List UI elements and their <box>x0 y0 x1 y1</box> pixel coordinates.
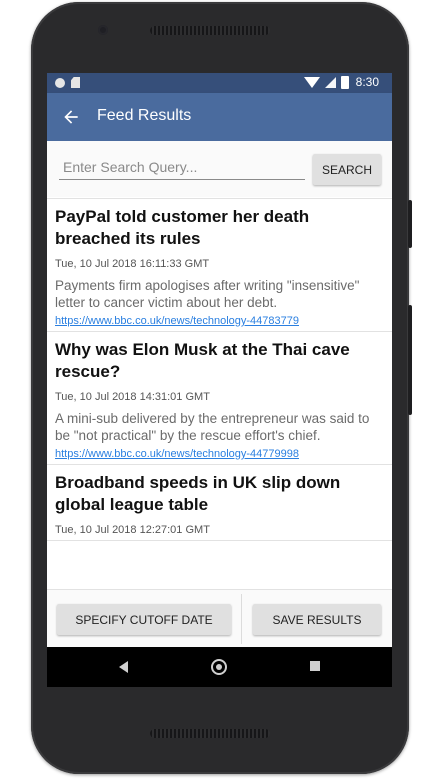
search-input[interactable] <box>59 155 305 180</box>
feed-item-title: Broadband speeds in UK slip down global … <box>55 473 341 514</box>
system-nav-bar <box>47 647 392 687</box>
feed-item-date: Tue, 10 Jul 2018 12:27:01 GMT <box>55 524 210 536</box>
volume-button[interactable] <box>408 305 412 415</box>
signal-icon <box>324 76 336 88</box>
notification-circle-icon <box>55 77 65 88</box>
status-time: 8:30 <box>355 75 379 89</box>
earpiece-speaker <box>150 26 270 35</box>
front-camera <box>98 25 108 35</box>
save-results-button[interactable]: SAVE RESULTS <box>253 604 381 635</box>
bottom-speaker <box>150 729 270 738</box>
feed-item-date: Tue, 10 Jul 2018 14:31:01 GMT <box>55 391 210 403</box>
battery-icon <box>340 75 349 89</box>
search-row: SEARCH <box>47 141 392 197</box>
feed-item-date: Tue, 10 Jul 2018 16:11:33 GMT <box>55 258 210 270</box>
app-bar: Feed Results <box>47 93 392 141</box>
feed-item-title: PayPal told customer her death breached … <box>55 207 310 248</box>
action-divider <box>241 594 242 644</box>
arrow-left-icon[interactable] <box>61 107 81 127</box>
wifi-icon <box>303 76 320 88</box>
sd-card-icon <box>71 77 80 88</box>
nav-home-icon[interactable] <box>211 659 227 675</box>
feed-item-title: Why was Elon Musk at the Thai cave rescu… <box>55 340 350 381</box>
specify-cutoff-date-button[interactable]: SPECIFY CUTOFF DATE <box>57 604 231 635</box>
feed-item[interactable]: PayPal told customer her death breached … <box>47 199 392 332</box>
feed-item-description: A mini-sub delivered by the entrepreneur… <box>55 411 370 443</box>
feed-item-link[interactable]: https://www.bbc.co.uk/news/technology-44… <box>55 315 382 327</box>
action-bar: SPECIFY CUTOFF DATE SAVE RESULTS <box>47 589 392 648</box>
feed-item[interactable]: Broadband speeds in UK slip down global … <box>47 465 392 541</box>
power-button[interactable] <box>408 200 412 248</box>
feed-item-link[interactable]: https://www.bbc.co.uk/news/technology-44… <box>55 448 382 460</box>
search-button[interactable]: SEARCH <box>313 154 381 185</box>
feed-list[interactable]: PayPal told customer her death breached … <box>47 198 392 590</box>
feed-item-description: Payments firm apologises after writing "… <box>55 278 360 310</box>
screen: 8:30 Feed Results SEARCH PayPal told cus… <box>47 73 392 687</box>
feed-item[interactable]: Why was Elon Musk at the Thai cave rescu… <box>47 332 392 465</box>
status-bar: 8:30 <box>47 73 392 93</box>
nav-recents-icon[interactable] <box>310 661 320 671</box>
nav-back-icon[interactable] <box>119 661 128 673</box>
page-title: Feed Results <box>97 107 192 124</box>
